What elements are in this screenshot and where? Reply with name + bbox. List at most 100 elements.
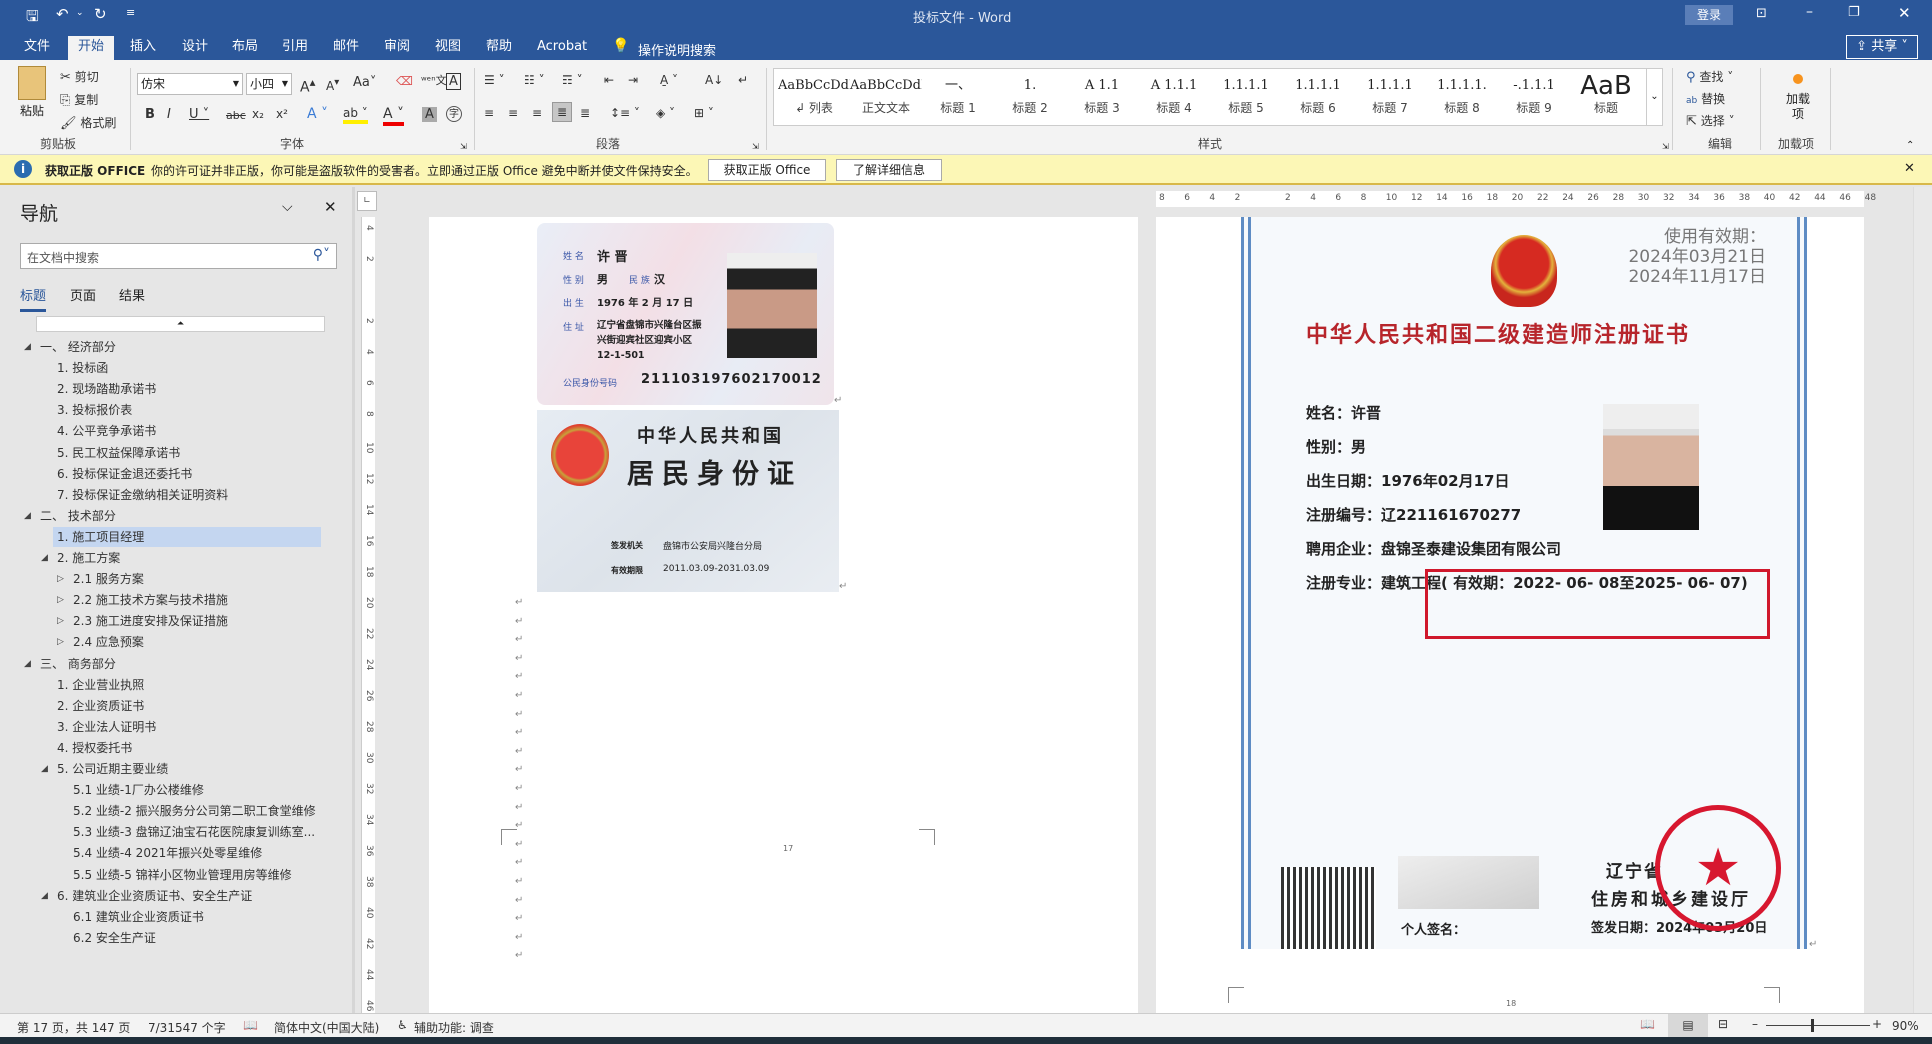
tab-layout[interactable]: 布局 xyxy=(222,36,268,60)
get-genuine-office-button[interactable]: 获取正版 Office xyxy=(708,159,826,181)
zoom-slider-thumb[interactable] xyxy=(1811,1019,1814,1032)
proofing-icon[interactable]: 📖 xyxy=(243,1018,258,1032)
web-layout-icon[interactable]: ⊟ xyxy=(1718,1017,1728,1031)
nav-heading-item[interactable]: 7. 投标保证金缴纳相关证明资料 xyxy=(53,485,321,505)
style-3[interactable]: 一、 标题 1 xyxy=(922,69,994,125)
style-1[interactable]: AaBbCcDdI ↲ 列表 xyxy=(778,69,850,125)
zoom-in-button[interactable]: + xyxy=(1872,1017,1882,1031)
nav-heading-item[interactable]: 一、 经济部分 xyxy=(36,337,321,357)
vertical-ruler[interactable]: 4 2 2 4 6 8 10 12 14 16 18 20 22 24 26 28 30 32 34 36 38 40 42… xyxy=(361,217,375,1013)
dialog-launcher-icon[interactable]: ⇲ xyxy=(752,142,759,151)
search-icon[interactable]: ⚲˅ xyxy=(313,247,330,263)
font-size-select[interactable]: 小四 ▼ xyxy=(246,73,292,95)
underline-button[interactable]: U ˅ xyxy=(189,107,209,122)
nav-heading-item[interactable]: 6. 投标保证金退还委托书 xyxy=(53,464,321,484)
format-painter-button[interactable]: 🖌 格式刷 xyxy=(60,114,116,131)
minimize-icon[interactable]: – xyxy=(1806,4,1813,20)
nav-heading-item[interactable]: 2. 现场踏勘承诺书 xyxy=(53,379,321,399)
redo-icon[interactable]: ↻ xyxy=(94,5,107,23)
addins-button[interactable]: 加载项 xyxy=(1776,74,1820,122)
replace-button[interactable]: ab 替换 xyxy=(1686,90,1725,107)
nav-heading-item[interactable]: 5. 公司近期主要业绩 xyxy=(53,759,321,779)
justify-icon[interactable]: ≣ xyxy=(552,102,573,122)
style-6[interactable]: A 1.1.1 标题 4 xyxy=(1138,69,1210,125)
nav-heading-item[interactable]: 2.1 服务方案 xyxy=(69,569,321,589)
nav-tab-pages[interactable]: 页面 xyxy=(70,285,96,304)
expand-triangle-icon[interactable]: ▷ xyxy=(57,574,64,584)
find-button[interactable]: ⚲ 查找 ˅ xyxy=(1686,68,1733,85)
collapse-triangle-icon[interactable]: ◢ xyxy=(41,553,48,563)
style-4[interactable]: 1. 标题 2 xyxy=(994,69,1066,125)
undo-dropdown-icon[interactable]: ⌄ xyxy=(76,8,84,18)
tab-insert[interactable]: 插入 xyxy=(120,36,166,60)
expand-triangle-icon[interactable]: ▷ xyxy=(57,595,64,605)
shrink-font-icon[interactable]: A▾ xyxy=(326,77,339,93)
expand-triangle-icon[interactable]: ▷ xyxy=(57,637,64,647)
horizontal-ruler[interactable]: 8 6 4 2 2 4 6 8 10 12 14 16 18 20 22 24 26 28 30 32 34 36 38 40… xyxy=(1156,191,1876,207)
bullets-icon[interactable]: ☰ ˅ xyxy=(484,73,505,87)
phonetic-guide-icon[interactable]: ʷᵉⁿ文 xyxy=(421,72,447,88)
nav-heading-item[interactable]: 1. 投标函 xyxy=(53,358,321,378)
zoom-out-button[interactable]: – xyxy=(1752,1017,1758,1031)
word-count[interactable]: 7/31547 个字 xyxy=(148,1019,226,1036)
font-name-select[interactable]: 仿宋 ▼ xyxy=(137,73,243,95)
cut-button[interactable]: ✂ 剪切 xyxy=(60,68,99,85)
dialog-launcher-icon[interactable]: ⇲ xyxy=(460,142,467,151)
nav-heading-item[interactable]: 6. 建筑业企业资质证书、安全生产证 xyxy=(53,886,321,906)
nav-heading-item[interactable]: 3. 投标报价表 xyxy=(53,400,321,420)
collapse-triangle-icon[interactable]: ◢ xyxy=(41,764,48,774)
superscript-button[interactable]: x² xyxy=(276,107,288,121)
vertical-scrollbar[interactable] xyxy=(1913,187,1932,1013)
nav-heading-item[interactable]: 4. 公平竞争承诺书 xyxy=(53,421,321,441)
dialog-launcher-icon[interactable]: ⇲ xyxy=(1662,142,1669,151)
close-nav-icon[interactable]: ✕ xyxy=(324,198,337,216)
style-10[interactable]: 1.1.1.1. 标题 8 xyxy=(1426,69,1498,125)
text-effects-icon[interactable]: A ˅ xyxy=(307,106,328,122)
show-marks-icon[interactable]: ↵ xyxy=(738,73,748,87)
bold-button[interactable]: B xyxy=(145,107,155,122)
nav-options-chevron-icon[interactable]: ⌵ xyxy=(282,199,293,215)
style-7[interactable]: 1.1.1.1 标题 5 xyxy=(1210,69,1282,125)
close-infobar-icon[interactable]: ✕ xyxy=(1904,161,1915,176)
nav-heading-item[interactable]: 3. 企业法人证明书 xyxy=(53,717,321,737)
select-button[interactable]: ⇱ 选择 ˅ xyxy=(1686,112,1735,129)
style-2[interactable]: AaBbCcDdI 正文文本 xyxy=(850,69,922,125)
grow-font-icon[interactable]: A▴ xyxy=(300,75,315,96)
restore-icon[interactable]: ❐ xyxy=(1848,5,1860,20)
tab-help[interactable]: 帮助 xyxy=(476,36,522,60)
tab-selector[interactable]: ∟ xyxy=(357,191,377,211)
nav-heading-item[interactable]: 5.3 业绩-3 盘锦辽油宝石花医院康复训练室... xyxy=(69,822,321,842)
paste-button[interactable]: 粘贴 xyxy=(12,66,52,119)
learn-more-button[interactable]: 了解详细信息 xyxy=(836,159,942,181)
tab-view[interactable]: 视图 xyxy=(425,36,471,60)
styles-gallery[interactable]: AaBbCcDdI ↲ 列表 AaBbCcDdI 正文文本 一、 标题 1 1. 标题 2 A … xyxy=(773,68,1663,126)
align-center-icon[interactable]: ≡ xyxy=(508,106,518,120)
nav-heading-item[interactable]: 6.1 建筑业企业资质证书 xyxy=(69,907,321,927)
nav-heading-item[interactable]: 2. 企业资质证书 xyxy=(53,696,321,716)
zoom-level[interactable]: 90% xyxy=(1892,1019,1919,1033)
nav-heading-item[interactable]: 2.3 施工进度安排及保证措施 xyxy=(69,611,321,631)
nav-scrollbar[interactable] xyxy=(352,187,355,1013)
tab-review[interactable]: 审阅 xyxy=(374,36,420,60)
decrease-indent-icon[interactable]: ⇤ xyxy=(604,73,614,87)
italic-button[interactable]: I xyxy=(167,107,171,122)
nav-heading-item[interactable]: 5.2 业绩-2 振兴服务分公司第二职工食堂维修 xyxy=(69,801,321,821)
expand-triangle-icon[interactable]: ▷ xyxy=(57,616,64,626)
subscript-button[interactable]: x₂ xyxy=(252,107,264,121)
change-case-button[interactable]: Aa˅ xyxy=(353,75,376,90)
share-button[interactable]: ⇪ 共享 ˅ xyxy=(1846,35,1918,59)
save-icon[interactable]: 🖫 xyxy=(26,6,39,31)
char-border-icon[interactable]: A xyxy=(446,73,461,90)
nav-heading-item[interactable]: 4. 授权委托书 xyxy=(53,738,321,758)
page-count[interactable]: 第 17 页，共 147 页 xyxy=(17,1019,130,1036)
tab-file[interactable]: 文件 xyxy=(14,36,60,60)
nav-heading-item[interactable]: 2. 施工方案 xyxy=(53,548,321,568)
collapse-triangle-icon[interactable]: ◢ xyxy=(41,891,48,901)
tab-mailings[interactable]: 邮件 xyxy=(323,36,369,60)
align-left-icon[interactable]: ≡ xyxy=(484,106,494,120)
line-spacing-icon[interactable]: ↕≡ ˅ xyxy=(610,106,640,120)
print-layout-icon[interactable]: ▤ xyxy=(1668,1014,1708,1037)
multilevel-list-icon[interactable]: ☶ ˅ xyxy=(562,73,583,87)
nav-heading-item[interactable]: 三、 商务部分 xyxy=(36,654,321,674)
nav-heading-item[interactable]: 5.5 业绩-5 锦祥小区物业管理用房等维修 xyxy=(69,865,321,885)
